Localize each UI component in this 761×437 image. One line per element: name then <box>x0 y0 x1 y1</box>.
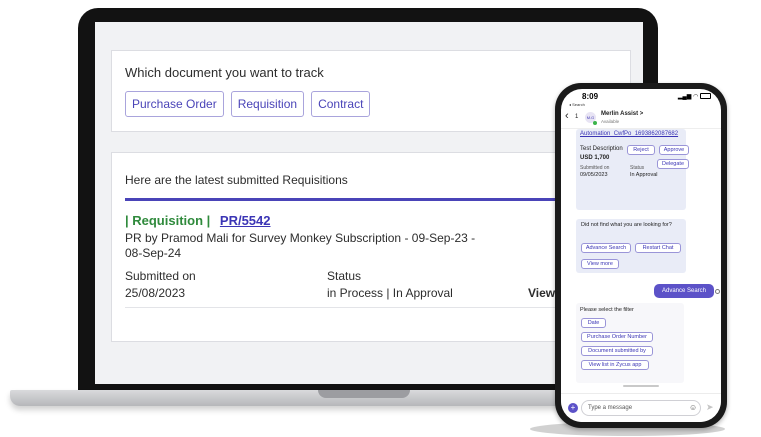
document-link[interactable]: Automation_CwfPo_1693862087682 <box>580 131 684 138</box>
emoji-icon[interactable]: ☺ <box>689 403 697 412</box>
document-description: Test Description <box>580 146 623 152</box>
document-options: Purchase Order Requisition Contract <box>125 91 371 117</box>
bot-status: Available <box>601 119 620 124</box>
contract-button[interactable]: Contract <box>311 91 371 117</box>
message-composer: + Type a message ☺ ➤ <box>561 393 721 422</box>
reject-button[interactable]: Reject <box>627 145 655 155</box>
view-more-button[interactable]: View more <box>581 259 619 269</box>
document-bubble: Automation_CwfPo_1693862087682 Test Desc… <box>576 129 686 210</box>
status-icons: ▂▄▆ ◠ <box>678 93 711 100</box>
approve-button[interactable]: Approve <box>659 145 689 155</box>
status-value: in Process | In Approval <box>327 286 453 300</box>
doc-submitted-date: 09/05/2023 <box>580 172 608 178</box>
online-indicator <box>593 121 597 125</box>
signal-icon: ▂▄▆ <box>677 94 692 100</box>
chat-header: ‹ 1 M.G Merlin Assist > Available <box>561 109 721 129</box>
purchase-order-button[interactable]: Purchase Order <box>125 91 224 117</box>
track-document-card: Which document you want to track Purchas… <box>111 50 631 132</box>
filter-bubble <box>576 303 684 383</box>
back-to-search[interactable]: ◂ Search <box>569 102 585 107</box>
send-icon[interactable]: ➤ <box>706 402 714 413</box>
laptop-notch <box>318 390 410 398</box>
requisition-heading: | Requisition | PR/5542 <box>125 213 271 228</box>
track-question: Which document you want to track <box>125 65 324 80</box>
mockup-stage: Which document you want to track Purchas… <box>0 0 761 437</box>
requisitions-title: Here are the latest submitted Requisitio… <box>125 173 348 187</box>
view-link[interactable]: View <box>528 286 555 300</box>
clock: 8:09 <box>582 92 599 101</box>
not-found-text: Did not find what you are looking for? <box>581 222 672 228</box>
requisitions-card: Here are the latest submitted Requisitio… <box>111 152 635 342</box>
bot-name[interactable]: Merlin Assist > <box>601 111 643 117</box>
delegate-button[interactable]: Delegate <box>657 159 689 169</box>
phone-screen: 8:09 ◂ Search ▂▄▆ ◠ ‹ 1 M.G Merlin Assis… <box>561 89 721 422</box>
requisition-description: PR by Pramod Mali for Survey Monkey Subs… <box>125 231 476 260</box>
unread-count: 1 <box>575 114 579 120</box>
user-message: Advance Search <box>654 284 714 298</box>
filter-submitted-by-button[interactable]: Document submitted by <box>581 346 653 356</box>
battery-icon <box>700 93 711 100</box>
filter-date-button[interactable]: Date <box>581 318 606 328</box>
document-amount: USD 1,700 <box>580 155 610 161</box>
filter-zycus-app-button[interactable]: View list in Zycus app <box>581 360 649 370</box>
filter-po-number-button[interactable]: Purchase Order Number <box>581 332 653 342</box>
message-input[interactable]: Type a message <box>581 400 701 416</box>
advance-search-button[interactable]: Advance Search <box>581 243 631 253</box>
doc-status-label: Status <box>630 165 645 171</box>
user-avatar <box>715 289 720 294</box>
filter-prompt: Please select the filter <box>580 307 634 313</box>
doc-submitted-label: Submitted on <box>580 165 610 171</box>
wifi-icon: ◠ <box>693 94 699 100</box>
doc-status-value: In Approval <box>630 172 658 178</box>
plus-icon[interactable]: + <box>568 403 578 413</box>
phone-frame: 8:09 ◂ Search ▂▄▆ ◠ ‹ 1 M.G Merlin Assis… <box>555 83 727 428</box>
requisition-tag: | Requisition | <box>125 213 211 228</box>
status-bar: 8:09 ◂ Search ▂▄▆ ◠ <box>561 89 721 109</box>
requisition-button[interactable]: Requisition <box>230 91 305 117</box>
scroll-handle <box>623 385 659 387</box>
status-label: Status <box>327 269 362 283</box>
requisition-id-link[interactable]: PR/5542 <box>220 213 271 228</box>
restart-chat-button[interactable]: Restart Chat <box>635 243 681 253</box>
chevron-left-icon[interactable]: ‹ <box>565 110 569 122</box>
submitted-label: Submitted on <box>125 269 196 283</box>
submitted-date: 25/08/2023 <box>125 286 186 300</box>
